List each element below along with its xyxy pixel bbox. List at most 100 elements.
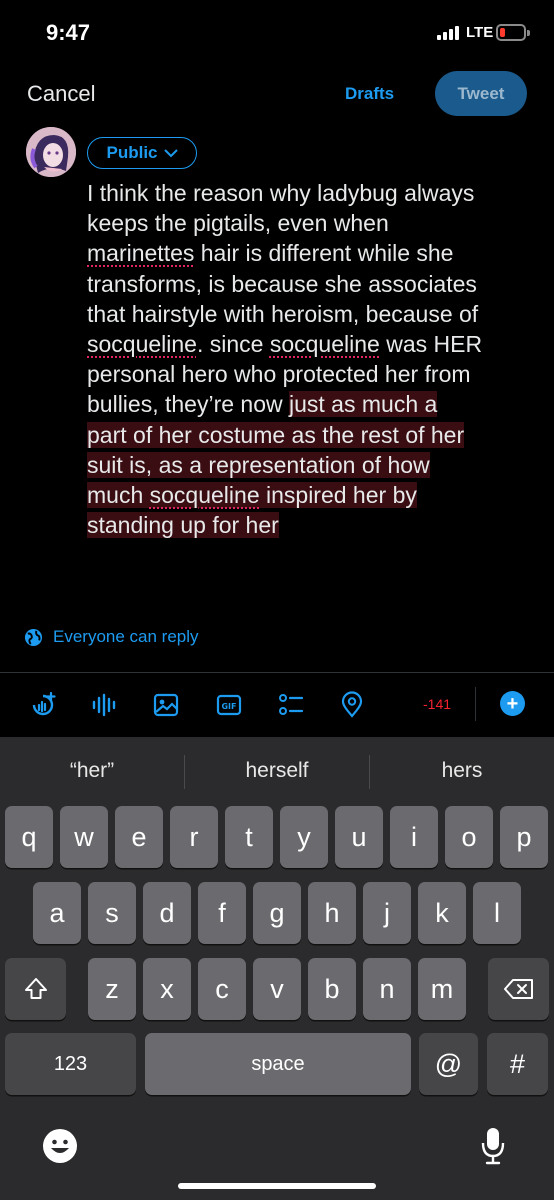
emoji-icon[interactable]: [42, 1128, 78, 1164]
text-segment: hair is different while she: [194, 240, 454, 267]
key-n[interactable]: n: [363, 958, 411, 1020]
char-counter: -141: [423, 696, 452, 712]
misspelled-word: marinettes: [87, 240, 195, 267]
over-limit-text: suit is, as a representation of how: [87, 451, 430, 478]
suggestion-3[interactable]: hers: [370, 759, 554, 783]
key-c[interactable]: c: [198, 958, 246, 1020]
space-key[interactable]: space: [145, 1033, 411, 1095]
key-u[interactable]: u: [335, 806, 383, 868]
suggestion-2[interactable]: herself: [185, 759, 369, 783]
delete-key[interactable]: [488, 958, 549, 1020]
text-segment: that hairstyle with heroism, because of: [87, 300, 479, 327]
key-o[interactable]: o: [445, 806, 493, 868]
tweet-text-line: standing up for her: [87, 510, 537, 540]
text-segment: personal hero who protected her from: [87, 361, 471, 388]
text-segment: . since: [196, 331, 270, 358]
audience-label: Public: [106, 143, 158, 162]
over-limit-text: standing up for her: [87, 512, 279, 539]
key-h[interactable]: h: [308, 882, 356, 944]
over-limit-text: inspired her by: [259, 482, 417, 509]
tweet-text-line: I think the reason why ladybug always: [87, 178, 537, 208]
cancel-button[interactable]: Cancel: [27, 81, 95, 107]
key-l[interactable]: l: [473, 882, 521, 944]
key-k[interactable]: k: [418, 882, 466, 944]
tweet-text-input[interactable]: I think the reason why ladybug always kee…: [87, 178, 537, 540]
numbers-key[interactable]: 123: [5, 1033, 136, 1095]
key-t[interactable]: t: [225, 806, 273, 868]
keyboard: “her” herself hers q w e r t y u i o p a…: [0, 737, 554, 1200]
key-g[interactable]: g: [253, 882, 301, 944]
gif-icon[interactable]: GIF: [215, 691, 243, 719]
tweet-text-line: part of her costume as the rest of her: [87, 420, 537, 450]
key-v[interactable]: v: [253, 958, 301, 1020]
reply-setting-label: Everyone can reply: [53, 627, 199, 646]
signal-icon: [437, 26, 459, 40]
tweet-text-line: that hairstyle with heroism, because of: [87, 299, 537, 329]
text-segment: keeps the pigtails, even when: [87, 210, 389, 237]
tweet-text-line: suit is, as a representation of how: [87, 450, 537, 480]
key-z[interactable]: z: [88, 958, 136, 1020]
shift-icon: [24, 978, 47, 999]
globe-icon: [24, 628, 43, 646]
shift-key[interactable]: [5, 958, 66, 1020]
battery-icon: [496, 24, 530, 41]
key-y[interactable]: y: [280, 806, 328, 868]
suggestion-1[interactable]: “her”: [0, 759, 184, 783]
misspelled-word: socqueline: [87, 331, 197, 358]
add-tweet-button[interactable]: +: [500, 691, 525, 716]
key-j[interactable]: j: [363, 882, 411, 944]
tweet-text-line: much socqueline inspired her by: [87, 480, 537, 510]
tweet-text-line: marinettes hair is different while she: [87, 238, 537, 268]
misspelled-word: socqueline: [149, 482, 260, 509]
key-e[interactable]: e: [115, 806, 163, 868]
over-limit-text: much: [87, 482, 150, 509]
key-d[interactable]: d: [143, 882, 191, 944]
backspace-icon: [503, 979, 533, 999]
key-w[interactable]: w: [60, 806, 108, 868]
status-bar: 9:47 LTE: [0, 0, 554, 62]
key-r[interactable]: r: [170, 806, 218, 868]
key-s[interactable]: s: [88, 882, 136, 944]
microphone-icon[interactable]: [480, 1126, 506, 1166]
key-x[interactable]: x: [143, 958, 191, 1020]
key-b[interactable]: b: [308, 958, 356, 1020]
toolbar-divider: [475, 687, 476, 721]
text-segment: I think the reason why ladybug always: [87, 180, 475, 206]
drafts-button[interactable]: Drafts: [345, 84, 394, 104]
key-q[interactable]: q: [5, 806, 53, 868]
text-segment: bullies, they’re now: [87, 391, 289, 418]
reply-setting[interactable]: Everyone can reply: [24, 627, 199, 647]
svg-text:GIF: GIF: [221, 702, 236, 711]
spaces-icon[interactable]: [29, 691, 57, 719]
key-p[interactable]: p: [500, 806, 548, 868]
key-i[interactable]: i: [390, 806, 438, 868]
key-a[interactable]: a: [33, 882, 81, 944]
key-f[interactable]: f: [198, 882, 246, 944]
key-m[interactable]: m: [418, 958, 466, 1020]
compose-toolbar: GIF: [0, 673, 554, 737]
location-icon[interactable]: [338, 691, 366, 719]
tweet-text-line: keeps the pigtails, even when: [87, 208, 537, 238]
misspelled-word: socqueline: [269, 331, 380, 358]
text-segment: was HER: [379, 331, 483, 358]
chevron-down-icon: [163, 149, 178, 158]
tweet-text-line: socqueline. since socqueline was HER: [87, 329, 537, 359]
audience-selector[interactable]: Public: [87, 137, 197, 169]
at-key[interactable]: @: [419, 1033, 478, 1095]
tweet-text-line: transforms, is because she associates: [87, 269, 537, 299]
avatar[interactable]: [26, 127, 76, 177]
image-icon[interactable]: [152, 691, 180, 719]
tweet-button[interactable]: Tweet: [435, 71, 527, 116]
tweet-text-line: bullies, they’re now just as much a: [87, 389, 537, 419]
hash-key[interactable]: #: [487, 1033, 548, 1095]
status-time: 9:47: [46, 20, 91, 45]
over-limit-text: part of her costume as the rest of her: [87, 421, 465, 448]
voice-icon[interactable]: [90, 691, 118, 719]
home-indicator: [178, 1183, 376, 1189]
over-limit-text: just as much a: [289, 391, 438, 418]
suggestion-bar: “her” herself hers: [0, 737, 554, 805]
tweet-text-line: personal hero who protected her from: [87, 359, 537, 389]
poll-icon[interactable]: [277, 691, 305, 719]
network-label: LTE: [466, 24, 494, 41]
text-segment: transforms, is because she associates: [87, 270, 477, 297]
